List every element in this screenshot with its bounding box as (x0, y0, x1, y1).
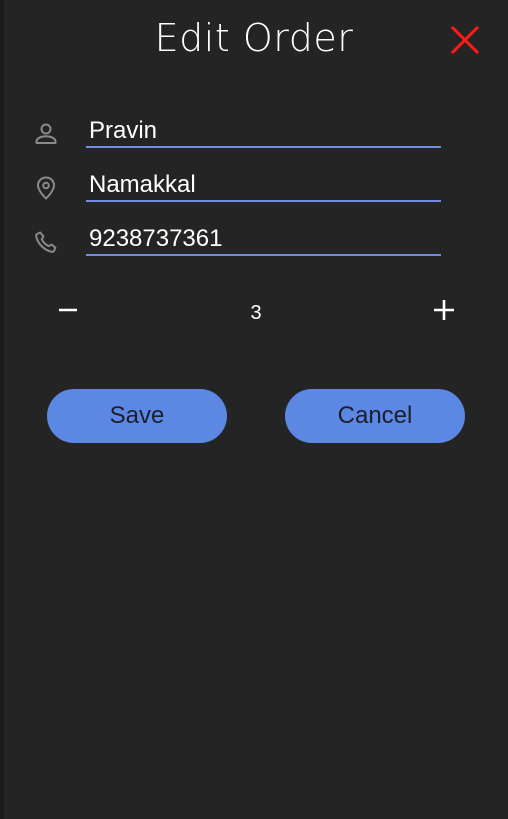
quantity-value: 3 (250, 302, 262, 324)
name-field-row (32, 116, 442, 152)
plus-icon (434, 300, 454, 320)
name-input[interactable] (86, 116, 441, 148)
decrement-button[interactable] (48, 290, 88, 330)
location-pin-icon (32, 174, 60, 202)
phone-icon (32, 228, 60, 256)
save-button[interactable]: Save (47, 389, 227, 443)
location-field-row (32, 170, 442, 206)
phone-field-row (32, 224, 442, 260)
cancel-button[interactable]: Cancel (285, 389, 465, 443)
location-input[interactable] (86, 170, 441, 202)
minus-icon (59, 308, 77, 312)
phone-input[interactable] (86, 224, 441, 256)
person-icon (32, 120, 60, 148)
close-icon (450, 25, 480, 55)
close-button[interactable] (449, 24, 481, 56)
page-title: Edit Order (154, 16, 354, 60)
increment-button[interactable] (424, 290, 464, 330)
